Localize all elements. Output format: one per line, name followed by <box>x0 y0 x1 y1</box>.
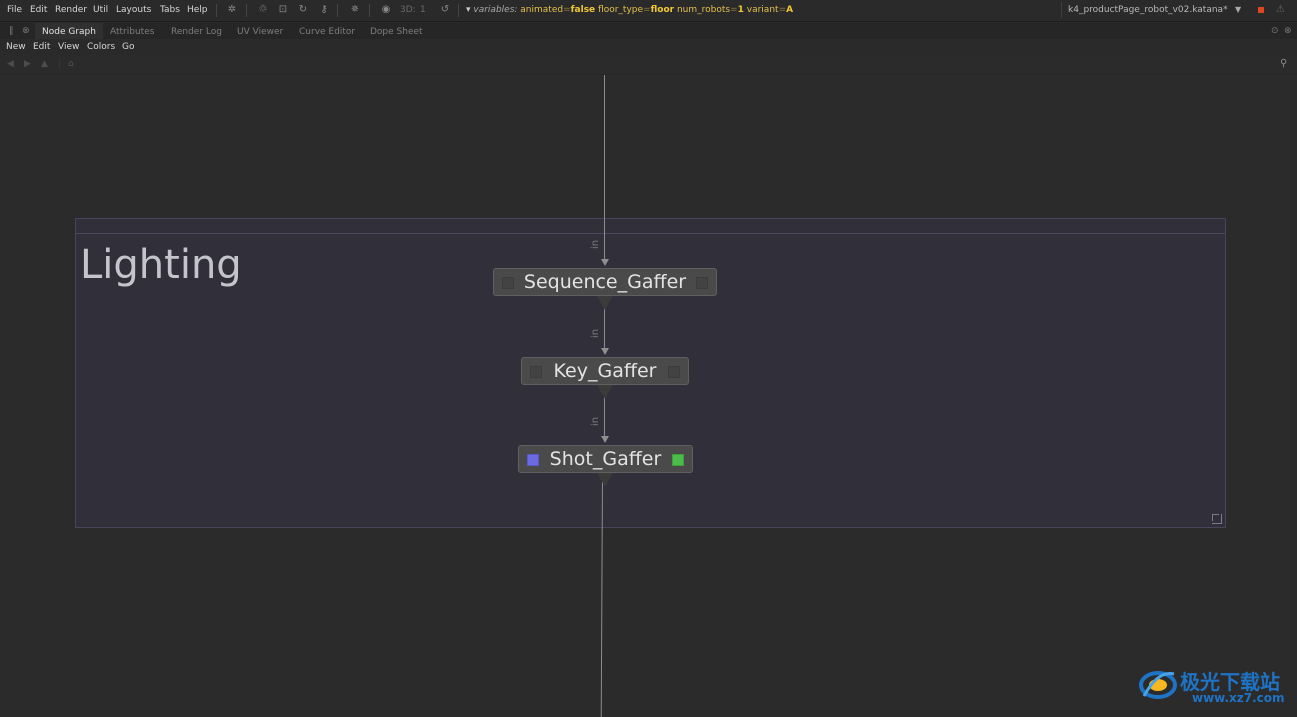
rerender-icon[interactable]: ↻ <box>296 3 310 17</box>
tab-curve-editor[interactable]: Curve Editor <box>292 23 362 39</box>
panel-handle-icon[interactable]: ‖ <box>9 26 14 36</box>
watermark-url: www.xz7.com <box>1192 691 1285 705</box>
menu-file[interactable]: File <box>7 5 22 15</box>
up-icon[interactable]: ▲ <box>41 59 48 69</box>
toolbar-separator <box>458 4 459 17</box>
refresh-icon[interactable]: ♲ <box>256 3 270 17</box>
panel-tab-bar: ‖ ⊗ Node Graph Attributes Render Log UV … <box>0 23 1297 39</box>
variable-key: variant <box>746 5 779 15</box>
node-key-gaffer[interactable]: Key_Gaffer <box>521 357 689 385</box>
warning-icon[interactable]: ⚠ <box>1276 4 1285 15</box>
three-d-value[interactable]: 1 <box>420 5 426 15</box>
stop-render-button[interactable] <box>1258 7 1264 13</box>
node-sequence-gaffer[interactable]: Sequence_Gaffer <box>493 268 717 296</box>
arrow-down-icon <box>601 436 609 443</box>
bug-icon[interactable]: ✵ <box>348 3 362 17</box>
input-port-label: in <box>590 239 602 250</box>
tab-render-log[interactable]: Render Log <box>164 23 229 39</box>
output-port-icon[interactable] <box>597 385 613 399</box>
main-menubar: File Edit Render Util Layouts Tabs Help … <box>0 0 1297 22</box>
variables-label: variables: <box>473 5 518 15</box>
close-panel-icon[interactable]: ⊗ <box>22 26 30 36</box>
arrow-down-icon <box>601 348 609 355</box>
menu-util[interactable]: Util <box>93 5 108 15</box>
menu-edit[interactable]: Edit <box>33 42 50 52</box>
tab-dope-sheet[interactable]: Dope Sheet <box>363 23 430 39</box>
variable-key: num_robots <box>676 5 731 15</box>
menu-colors[interactable]: Colors <box>87 42 115 52</box>
menu-layouts[interactable]: Layouts <box>116 5 151 15</box>
menu-help[interactable]: Help <box>187 5 208 15</box>
variable-value[interactable]: floor <box>651 5 674 15</box>
variables-bar[interactable]: ▾ variables: animated=false floor_type=f… <box>466 5 793 15</box>
tab-attributes[interactable]: Attributes <box>103 23 161 39</box>
input-port-label: in <box>590 328 602 339</box>
live-render-icon[interactable]: ⚷ <box>317 3 331 17</box>
variable-value[interactable]: false <box>571 5 596 15</box>
forward-icon[interactable]: ▶ <box>24 59 31 69</box>
output-wire <box>600 472 603 717</box>
edit-flag[interactable] <box>527 454 539 466</box>
view-flag[interactable] <box>668 366 680 378</box>
menu-render[interactable]: Render <box>55 5 87 15</box>
node-graph-menubar: New Edit View Colors Go <box>0 40 1297 55</box>
render-icon[interactable]: ⊡ <box>276 3 290 17</box>
tab-node-graph[interactable]: Node Graph <box>35 23 103 39</box>
close-pane-icon[interactable]: ⊗ <box>1284 26 1292 36</box>
output-port-icon[interactable] <box>597 296 613 310</box>
node-graph-canvas[interactable]: Lighting in in in Sequence_Gaffer Key_Ga… <box>0 75 1297 717</box>
input-port-label: in <box>590 416 602 427</box>
variable-key: floor_type <box>598 5 644 15</box>
resize-handle-inner <box>1212 514 1219 521</box>
menu-view[interactable]: View <box>58 42 79 52</box>
input-wire <box>604 75 605 261</box>
node-label: Shot_Gaffer <box>549 448 662 470</box>
tab-uv-viewer[interactable]: UV Viewer <box>230 23 290 39</box>
bypass-flag[interactable] <box>530 366 542 378</box>
variable-key: animated <box>520 5 564 15</box>
view-flag[interactable] <box>696 277 708 289</box>
three-d-label: 3D: <box>400 5 416 15</box>
menu-new[interactable]: New <box>6 42 26 52</box>
menu-edit[interactable]: Edit <box>30 5 47 15</box>
variable-value[interactable]: 1 <box>738 5 744 15</box>
nav-separator: | <box>58 59 62 69</box>
node-graph-nav-toolbar: ◀ ▶ ▲ | ⌂ ⚲ <box>0 56 1297 75</box>
project-file-name: k4_productPage_robot_v02.katana* <box>1068 5 1228 15</box>
loop-icon[interactable]: ↺ <box>438 3 452 17</box>
project-file-dropdown[interactable]: k4_productPage_robot_v02.katana* ▼ <box>1061 2 1247 18</box>
record-icon[interactable]: ◉ <box>379 3 393 17</box>
variable-value[interactable]: A <box>786 5 793 15</box>
chevron-down-icon: ▼ <box>1235 5 1242 14</box>
settings-icon[interactable]: ✲ <box>225 3 239 17</box>
panel-options-icon[interactable]: ⊙ <box>1271 26 1279 36</box>
watermark-logo-icon <box>1139 671 1177 699</box>
menu-go[interactable]: Go <box>122 42 134 52</box>
search-icon[interactable]: ⚲ <box>1280 58 1287 69</box>
watermark: 极光下载站 www.xz7.com <box>1138 660 1293 710</box>
node-label: Key_Gaffer <box>553 360 657 382</box>
toolbar-separator <box>216 4 217 17</box>
home-icon[interactable]: ⌂ <box>68 59 74 69</box>
toolbar-separator <box>337 4 338 17</box>
node-shot-gaffer[interactable]: Shot_Gaffer <box>518 445 693 473</box>
menu-tabs[interactable]: Tabs <box>160 5 180 15</box>
view-flag[interactable] <box>672 454 684 466</box>
output-port-icon[interactable] <box>597 473 613 487</box>
backdrop-title: Lighting <box>80 242 242 288</box>
back-icon[interactable]: ◀ <box>7 59 14 69</box>
node-label: Sequence_Gaffer <box>523 271 687 293</box>
arrow-down-icon <box>601 259 609 266</box>
backdrop-title-bar[interactable] <box>76 219 1225 234</box>
toolbar-separator <box>369 4 370 17</box>
toolbar-separator <box>246 4 247 17</box>
bypass-flag[interactable] <box>502 277 514 289</box>
